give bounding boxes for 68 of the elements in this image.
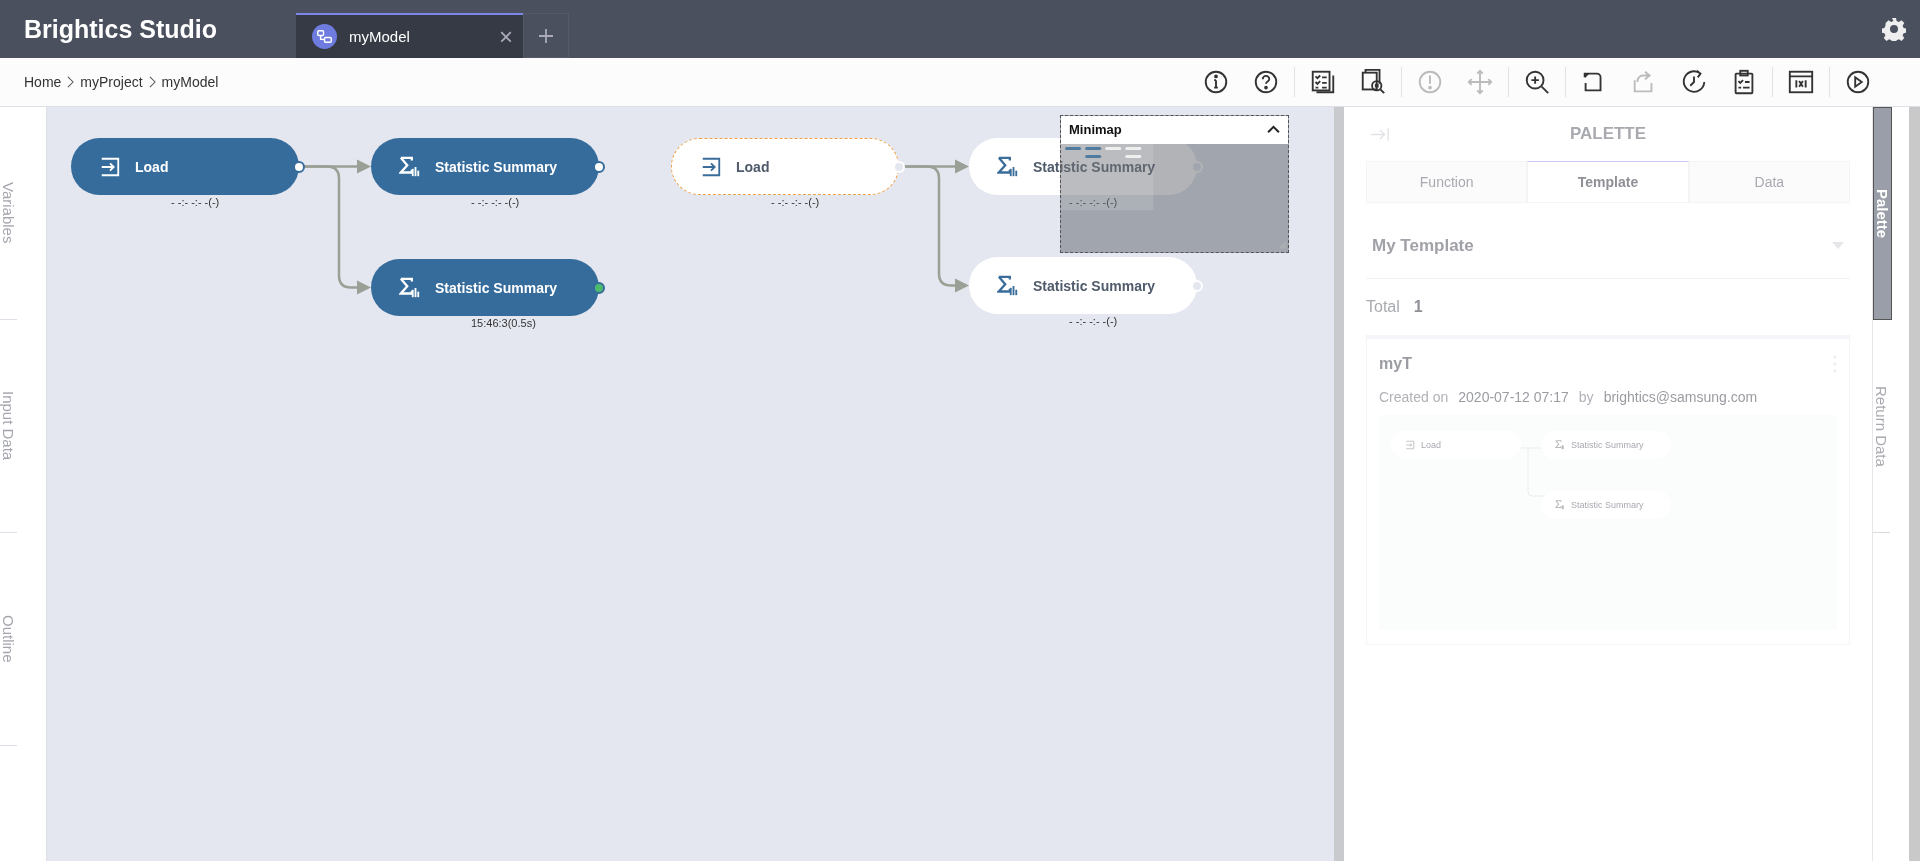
document-search-icon[interactable] xyxy=(1359,68,1387,96)
close-icon[interactable]: × xyxy=(499,24,513,49)
run-status: 15:46:3(0.5s) xyxy=(471,317,536,329)
import-icon xyxy=(1405,440,1415,450)
import-icon xyxy=(99,155,121,178)
model-icon xyxy=(312,24,337,49)
sigma-chart-icon xyxy=(1555,440,1565,450)
zoom-in-icon[interactable] xyxy=(1523,68,1551,96)
template-name: myT xyxy=(1379,355,1413,373)
collapse-icon[interactable] xyxy=(1267,125,1280,135)
category-tab[interactable]: Template xyxy=(1527,161,1689,203)
sigma-chart-icon xyxy=(1555,500,1565,510)
run-status: - -:- -:- -(-) xyxy=(471,196,520,208)
node-label: Load xyxy=(135,158,169,175)
side-tab[interactable]: Palette xyxy=(1873,107,1892,320)
app-logo: Brightics Studio xyxy=(23,14,219,44)
function-node[interactable]: Load xyxy=(71,138,299,195)
scrollbar[interactable] xyxy=(1909,107,1920,861)
document-tab[interactable]: myModel × xyxy=(296,13,523,58)
author-email: brightics@samsung.com xyxy=(1603,389,1758,405)
node-label: Statistic Summary xyxy=(435,279,558,296)
function-node[interactable]: Statistic Summary xyxy=(969,257,1197,314)
total-count: 1 xyxy=(1413,298,1423,316)
function-node[interactable]: Statistic Summary xyxy=(371,259,599,316)
chevron-icon xyxy=(148,76,156,88)
help-icon[interactable] xyxy=(1252,68,1280,96)
template-dropdown[interactable]: My Template xyxy=(1366,213,1850,279)
run-status: - -:- -:- -(-) xyxy=(1069,315,1118,327)
side-tab[interactable]: Variables xyxy=(0,107,17,320)
template-card[interactable]: myT Created on 2020-07-12 07:17 by brightics@samsung.com Load Statistic Summary Statistic Summary xyxy=(1366,338,1850,645)
plus-icon xyxy=(538,27,554,44)
import-icon xyxy=(700,155,722,178)
run-status: - -:- -:- -(-) xyxy=(171,196,220,208)
minimap-title: Minimap xyxy=(1069,122,1123,138)
created-date: 2020-07-12 07:17 xyxy=(1458,389,1569,405)
node-label: Statistic Summary xyxy=(1571,440,1644,450)
node-label: Statistic Summary xyxy=(1033,277,1156,294)
by-label: by xyxy=(1578,389,1594,405)
caret-icon xyxy=(1832,242,1844,249)
created-label: Created on xyxy=(1379,389,1449,405)
function-node[interactable]: Statistic Summary xyxy=(371,138,599,195)
sigma-chart-icon xyxy=(399,155,421,178)
add-tab-button[interactable] xyxy=(523,13,569,58)
node-label: Load xyxy=(1421,440,1442,450)
run-status: - -:- -:- -(-) xyxy=(771,196,820,208)
sigma-chart-icon xyxy=(399,276,421,299)
sigma-chart-icon xyxy=(997,274,1019,297)
tab-label: myModel xyxy=(349,28,411,45)
breadcrumb-link[interactable]: myProject xyxy=(80,74,143,90)
node-label: Statistic Summary xyxy=(435,158,558,175)
chevron-icon xyxy=(67,76,75,88)
function-node[interactable]: Load xyxy=(671,138,899,195)
sigma-chart-icon xyxy=(997,155,1019,178)
settings-icon[interactable] xyxy=(1882,17,1906,41)
node-label: Load xyxy=(736,158,770,175)
run-icon[interactable] xyxy=(1844,68,1872,96)
breadcrumb-link[interactable]: Home xyxy=(24,74,62,90)
node-label: Statistic Summary xyxy=(1571,500,1644,510)
variable-icon[interactable] xyxy=(1787,68,1815,96)
breadcrumb-link[interactable]: myModel xyxy=(161,74,219,90)
panel-title: PALETTE xyxy=(1568,124,1648,144)
checklist-icon[interactable] xyxy=(1309,68,1337,96)
history-icon[interactable] xyxy=(1680,68,1708,96)
total-label: Total xyxy=(1366,298,1400,316)
node-label: Statistic Summary xyxy=(1033,158,1156,175)
function-node[interactable]: Statistic Summary xyxy=(969,138,1197,195)
run-status: - -:- -:- -(-) xyxy=(1069,196,1118,208)
info-icon[interactable] xyxy=(1202,68,1230,96)
